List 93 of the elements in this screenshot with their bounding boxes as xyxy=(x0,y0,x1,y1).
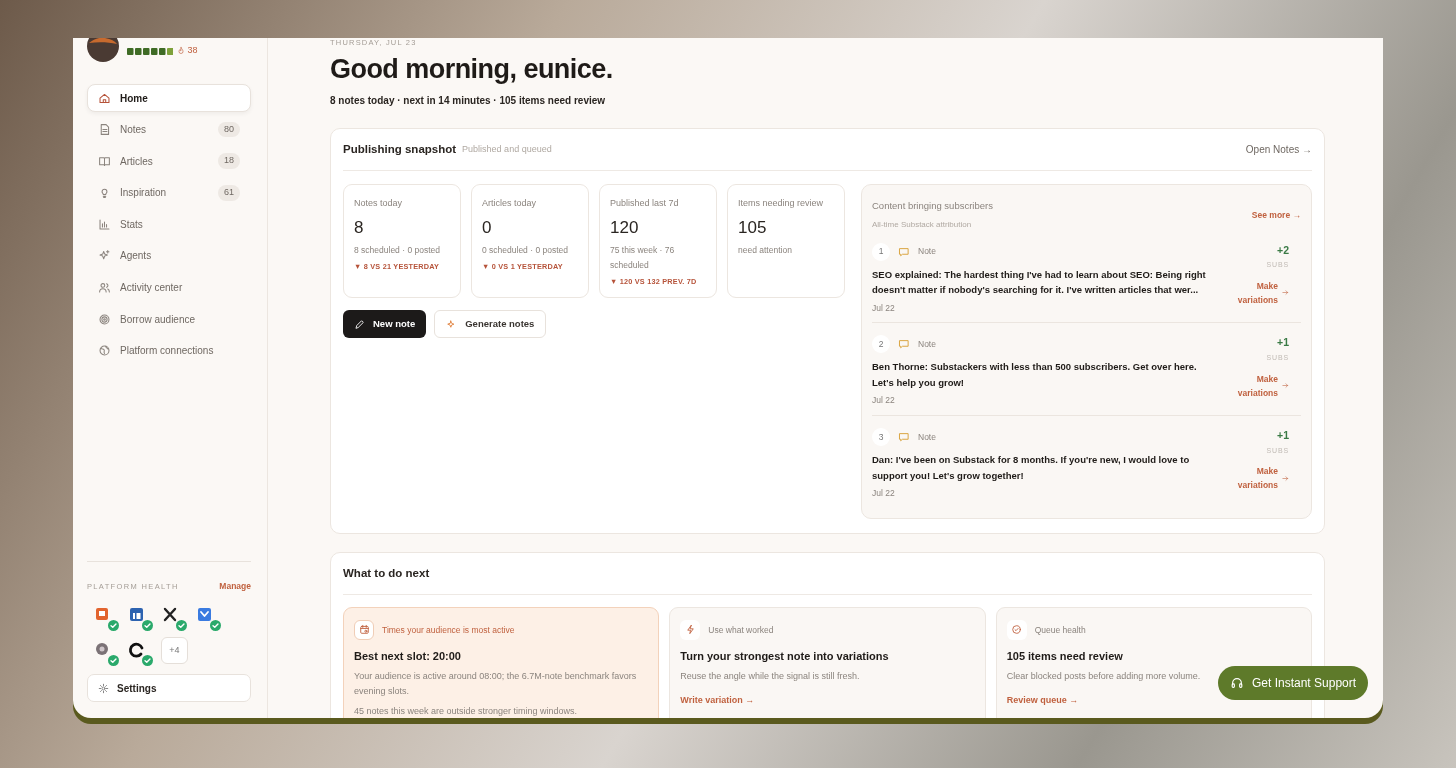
card-link[interactable]: Review queue → xyxy=(1006,694,1079,708)
note-text: SEO explained: The hardest thing I've had to learn about SEO: Being right doesn't matter if nobody's searching for it. I've written articles that wer... xyxy=(872,267,1207,298)
new-note-button[interactable]: New note xyxy=(343,310,427,339)
streak-count: 38 xyxy=(177,44,198,58)
lightbulb-icon xyxy=(98,186,111,200)
nav-item[interactable]: Agents xyxy=(87,241,251,270)
card-text: 45 notes this week are outside stronger timing windows. xyxy=(354,705,578,718)
nav-item[interactable]: Stats xyxy=(87,210,251,239)
stat-value: 120 xyxy=(610,216,640,239)
bar-chart-icon xyxy=(98,217,111,231)
nav-item[interactable]: Notes 80 xyxy=(87,115,251,144)
count-badge: 61 xyxy=(218,185,240,201)
arrow-icon xyxy=(1282,289,1289,297)
card-title: Best next slot: 20:00 xyxy=(354,648,462,664)
book-icon xyxy=(98,154,111,168)
speech-bubble-icon xyxy=(898,245,910,258)
nav-item[interactable]: Borrow audience xyxy=(87,305,251,334)
card-tag: Queue health xyxy=(1034,623,1086,637)
nav-item[interactable]: Articles 18 xyxy=(87,147,251,176)
card-text: Clear blocked posts before adding more volume. xyxy=(1006,670,1201,684)
subscriber-count: +2 xyxy=(1277,242,1289,258)
target-icon xyxy=(98,312,111,326)
stat-label: Published last 7d xyxy=(610,197,680,211)
arrow-icon xyxy=(1282,382,1289,390)
stat-label: Items needing review xyxy=(738,197,825,211)
stat-detail: 75 this week · 76 scheduled xyxy=(610,244,676,273)
card-link[interactable]: Write variation → xyxy=(680,694,755,708)
manage-link[interactable]: Manage xyxy=(219,580,251,593)
date-text: Jul 22 xyxy=(872,394,896,408)
stat-label: Notes today xyxy=(354,197,404,211)
more-platforms-button[interactable]: +4 xyxy=(161,637,188,664)
count-badge: 80 xyxy=(218,121,240,138)
note-text: Ben Thorne: Substackers with less than 500 subscribers. Get over here. Let's help you grow! xyxy=(872,360,1198,390)
type-label: Note xyxy=(918,430,936,444)
greeting-heading: Good morning, eunice. xyxy=(330,53,614,86)
date-text: Jul 22 xyxy=(872,487,896,500)
support-button[interactable]: Get Instant Support xyxy=(1218,666,1369,700)
panel-title: Publishing snapshot xyxy=(343,142,457,158)
globe-icon xyxy=(98,344,111,358)
nav-item[interactable]: Home xyxy=(87,84,251,112)
avatar-icon xyxy=(87,38,119,62)
speech-bubble-icon xyxy=(898,431,910,444)
summary-text: 8 notes today · next in 14 minutes · 105 items need review xyxy=(330,94,607,109)
card-title: 105 items need review xyxy=(1006,648,1124,664)
count-badge: 18 xyxy=(218,153,240,169)
arrow-icon xyxy=(1282,474,1289,482)
card-title: Turn your strongest note into variations xyxy=(680,648,890,664)
settings-icon xyxy=(98,682,109,694)
card-tag: Use what worked xyxy=(708,623,774,637)
rank-number: 3 xyxy=(872,428,890,447)
stat-detail: 8 scheduled · 0 posted xyxy=(354,244,441,258)
stat-detail: need attention xyxy=(738,244,793,258)
pencil-icon xyxy=(354,318,365,330)
note-text: Dan: I've been on Substack for 8 months. If you're new, I would love to support you! Let's grow together! xyxy=(872,453,1191,483)
people-icon xyxy=(98,281,111,295)
nav-item[interactable]: Inspiration 61 xyxy=(87,178,251,207)
rank-number: 1 xyxy=(872,242,890,261)
subscriber-count: +1 xyxy=(1277,335,1289,351)
panel-subtitle: Published and queued xyxy=(462,143,552,157)
settings-button[interactable]: Settings xyxy=(87,674,251,702)
panel-subtitle: All-time Substack attribution xyxy=(872,218,973,231)
subscriber-count: +1 xyxy=(1277,428,1289,444)
see-more-link[interactable]: See more → xyxy=(1251,208,1301,222)
headset-icon xyxy=(1230,676,1244,690)
stat-label: Articles today xyxy=(482,197,538,211)
card-tag: Times your audience is most active xyxy=(382,623,515,637)
card-text: Your audience is active around 08:00; the 6.7M-note benchmark favors evening slots. xyxy=(354,670,638,699)
type-label: Note xyxy=(918,338,936,351)
lightning-icon xyxy=(684,624,696,636)
panel-title: Content bringing subscribers xyxy=(872,199,993,214)
type-label: Note xyxy=(918,245,936,258)
home-icon xyxy=(98,91,111,105)
streak-drawing xyxy=(127,47,173,55)
document-icon xyxy=(98,123,111,137)
panel-title: What to do next xyxy=(343,565,430,581)
speech-bubble-icon xyxy=(898,338,910,351)
stat-value: 105 xyxy=(738,216,768,239)
make-variations-link[interactable]: Make variations xyxy=(1224,278,1289,307)
flame-icon xyxy=(177,46,185,56)
stat-value: 0 xyxy=(482,216,493,239)
stat-detail: 0 scheduled · 0 posted xyxy=(482,244,569,258)
make-variations-link[interactable]: Make variations xyxy=(1224,371,1289,400)
card-text: Reuse the angle while the signal is still fresh. xyxy=(680,670,860,684)
check-circle-icon xyxy=(1011,624,1023,636)
open-notes-link[interactable]: Open Notes → xyxy=(1245,142,1312,158)
calendar-icon xyxy=(358,624,370,636)
nav-item[interactable]: Activity center xyxy=(87,273,251,302)
generate-notes-button[interactable]: Generate notes xyxy=(434,310,547,339)
make-variations-link[interactable]: Make variations xyxy=(1224,464,1289,493)
stat-value: 8 xyxy=(354,216,365,239)
nav-item[interactable]: Platform connections xyxy=(87,336,251,365)
rank-number: 2 xyxy=(872,335,890,354)
date-text: Jul 22 xyxy=(872,301,896,315)
